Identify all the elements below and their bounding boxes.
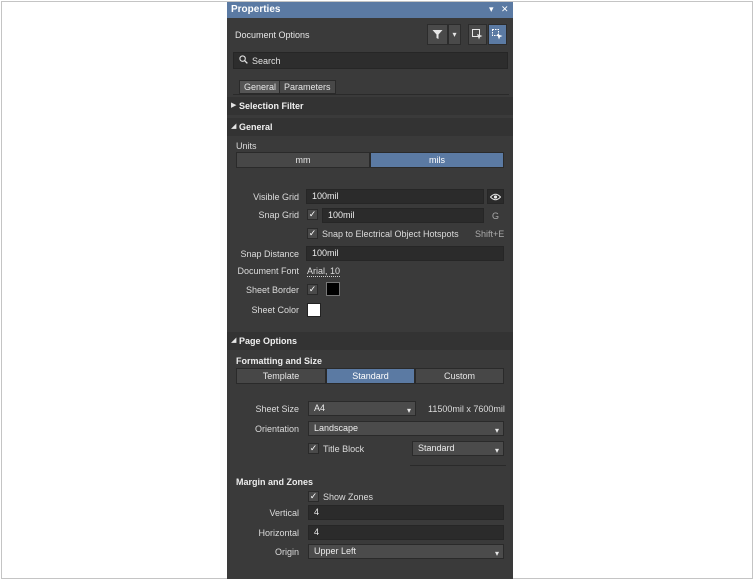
tab-underline xyxy=(233,94,509,95)
search-icon xyxy=(239,55,248,64)
sheet-size-dimensions: 11500mil x 7600mil xyxy=(428,404,505,414)
visible-grid-label: Visible Grid xyxy=(253,192,299,202)
sheet-border-checkbox[interactable]: ✓ xyxy=(307,284,318,295)
title-block-value: Standard xyxy=(418,443,455,453)
vertical-label: Vertical xyxy=(269,508,299,518)
collapse-arrow-icon: ◢ xyxy=(231,337,237,344)
horizontal-label: Horizontal xyxy=(258,528,299,538)
filter-button[interactable] xyxy=(427,24,448,45)
title-block-dropdown[interactable]: Standard ▾ xyxy=(412,441,504,456)
snap-hotspots-checkbox[interactable]: ✓ xyxy=(307,228,318,239)
origin-dropdown[interactable]: Upper Left ▾ xyxy=(308,544,504,559)
section-page-options[interactable]: ◢ Page Options xyxy=(227,332,513,350)
section-title: Selection Filter xyxy=(239,101,304,111)
orientation-value: Landscape xyxy=(314,423,359,433)
sheet-border-label: Sheet Border xyxy=(245,285,299,295)
search-placeholder: Search xyxy=(252,56,281,66)
format-template-button[interactable]: Template xyxy=(236,368,326,384)
orientation-label: Orientation xyxy=(254,424,299,434)
chevron-down-icon: ▾ xyxy=(494,446,499,455)
snap-grid-shortcut: G xyxy=(492,211,500,221)
panel-title: Properties xyxy=(231,4,281,15)
chevron-down-icon: ▾ xyxy=(494,426,499,435)
select-objects-icon xyxy=(472,29,483,40)
units-label: Units xyxy=(236,141,257,151)
chevron-down-icon: ▾ xyxy=(494,549,499,558)
snap-distance-label: Snap Distance xyxy=(240,249,299,259)
show-zones-checkbox[interactable]: ✓ xyxy=(308,491,319,502)
title-block-label: Title Block xyxy=(323,444,365,454)
sheet-size-dropdown[interactable]: A4 ▾ xyxy=(308,401,416,416)
format-custom-button[interactable]: Custom xyxy=(415,368,504,384)
margin-zones-heading: Margin and Zones xyxy=(236,477,314,487)
title-block-checkbox[interactable]: ✓ xyxy=(308,443,319,454)
cursor-select-icon xyxy=(492,29,503,40)
search-input[interactable]: Search xyxy=(233,52,508,69)
sheet-color-label: Sheet Color xyxy=(251,305,299,315)
close-icon[interactable]: ✕ xyxy=(501,4,509,15)
visible-grid-input[interactable]: 100mil xyxy=(306,189,484,204)
units-mils-button[interactable]: mils xyxy=(370,152,504,168)
collapse-arrow-icon: ◢ xyxy=(231,123,237,130)
tab-parameters[interactable]: Parameters xyxy=(279,80,336,94)
formatting-size-heading: Formatting and Size xyxy=(236,356,323,366)
eye-icon xyxy=(490,193,501,200)
document-options-label: Document Options xyxy=(235,30,310,40)
sheet-color-swatch[interactable] xyxy=(307,303,321,317)
snap-hotspots-shortcut: Shift+E xyxy=(475,229,505,239)
chevron-down-icon: ▾ xyxy=(406,406,411,415)
show-zones-label: Show Zones xyxy=(323,492,374,502)
orientation-dropdown[interactable]: Landscape ▾ xyxy=(308,421,504,436)
cursor-select-button[interactable] xyxy=(488,24,507,45)
snap-grid-label: Snap Grid xyxy=(258,210,299,220)
filter-icon xyxy=(432,30,443,39)
origin-value: Upper Left xyxy=(314,546,357,556)
panel-titlebar: Properties ▾ ✕ xyxy=(227,2,513,18)
properties-panel: Properties ▾ ✕ Document Options ▾ Search… xyxy=(227,2,513,579)
snap-hotspots-label: Snap to Electrical Object Hotspots xyxy=(322,229,459,239)
document-font-link[interactable]: Arial, 10 xyxy=(307,266,341,277)
section-title: Page Options xyxy=(239,336,298,346)
snap-grid-input[interactable]: 100mil xyxy=(322,208,484,223)
sheet-size-label: Sheet Size xyxy=(255,404,299,414)
snap-distance-input[interactable]: 100mil xyxy=(306,246,504,261)
visibility-toggle-button[interactable] xyxy=(487,189,504,204)
tab-general[interactable]: General xyxy=(239,80,282,94)
origin-label: Origin xyxy=(274,547,299,557)
horizontal-input[interactable]: 4 xyxy=(308,525,504,540)
chevron-down-icon: ▾ xyxy=(452,30,457,39)
sheet-border-color-swatch[interactable] xyxy=(326,282,340,296)
format-standard-button[interactable]: Standard xyxy=(326,368,415,384)
snap-grid-checkbox[interactable]: ✓ xyxy=(307,209,318,220)
section-title: General xyxy=(239,122,273,132)
section-selection-filter[interactable]: ▶ Selection Filter xyxy=(227,97,513,115)
divider xyxy=(410,465,506,466)
select-objects-button[interactable] xyxy=(468,24,487,45)
vertical-input[interactable]: 4 xyxy=(308,505,504,520)
pin-icon[interactable]: ▾ xyxy=(489,4,494,15)
filter-dropdown-button[interactable]: ▾ xyxy=(448,24,461,45)
expand-arrow-icon: ▶ xyxy=(231,102,237,109)
sheet-size-value: A4 xyxy=(314,403,326,413)
units-mm-button[interactable]: mm xyxy=(236,152,370,168)
document-font-label: Document Font xyxy=(237,266,299,276)
section-general[interactable]: ◢ General xyxy=(227,118,513,136)
